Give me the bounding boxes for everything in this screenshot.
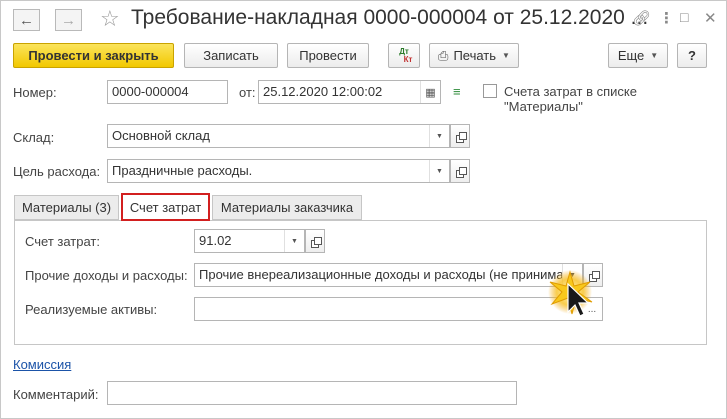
costs-in-list-label-line1: Счета затрат в списке <box>504 84 637 99</box>
chevron-down-icon[interactable]: ▼ <box>429 160 449 182</box>
other-income-label: Прочие доходы и расходы: <box>25 268 188 283</box>
help-button[interactable]: ? <box>677 43 707 68</box>
open-item-icon <box>455 131 467 143</box>
other-income-field[interactable]: Прочие внереализационные доходы и расход… <box>194 263 583 287</box>
purpose-label: Цель расхода: <box>13 164 101 179</box>
warehouse-field[interactable]: Основной склад ▼ <box>107 124 450 148</box>
star-icon[interactable]: ☆ <box>100 6 120 32</box>
window-title: Требование-накладная 0000-000004 от 25.1… <box>131 6 649 29</box>
number-field[interactable]: 0000-000004 <box>107 80 228 104</box>
more-vert-icon[interactable]: ⋮ <box>659 9 674 27</box>
kt-label: Кт <box>403 54 413 64</box>
chevron-down-icon[interactable]: ▼ <box>429 125 449 147</box>
print-button[interactable]: ⎙ Печать ▼ <box>429 43 519 68</box>
open-item-icon <box>310 236 322 248</box>
warehouse-open-button[interactable] <box>450 124 470 148</box>
back-button[interactable]: ← <box>13 9 40 31</box>
date-field[interactable]: 25.12.2020 12:00:02 ▦ <box>258 80 441 104</box>
more-label: Еще <box>617 48 645 63</box>
cursor-highlight-icon <box>548 270 593 317</box>
save-button[interactable]: Записать <box>184 43 278 68</box>
assets-label: Реализуемые активы: <box>25 302 158 317</box>
account-field[interactable]: 91.02 ▼ <box>194 229 305 253</box>
number-label: Номер: <box>13 85 57 100</box>
purpose-value: Праздничные расходы. <box>112 163 253 178</box>
arrow-right-icon: → <box>61 11 76 29</box>
close-icon[interactable]: ✕ <box>704 9 717 27</box>
chevron-down-icon[interactable]: ▼ <box>284 230 304 252</box>
other-income-value: Прочие внереализационные доходы и расход… <box>199 267 564 282</box>
comment-field[interactable] <box>107 381 517 405</box>
comment-label: Комментарий: <box>13 387 99 402</box>
warehouse-label: Склад: <box>13 130 55 145</box>
purpose-open-button[interactable] <box>450 159 470 183</box>
post-button[interactable]: Провести <box>287 43 369 68</box>
arrow-left-icon: ← <box>19 11 34 29</box>
account-label: Счет затрат: <box>25 234 100 249</box>
costs-in-list-checkbox[interactable] <box>483 84 497 98</box>
more-button[interactable]: Еще ▼ <box>608 43 668 68</box>
tab-cost-account[interactable]: Счет затрат <box>121 193 210 221</box>
chevron-down-icon: ▼ <box>650 51 659 60</box>
warehouse-value: Основной склад <box>112 128 210 143</box>
purpose-field[interactable]: Праздничные расходы. ▼ <box>107 159 450 183</box>
tab-materials[interactable]: Материалы (3) <box>14 195 119 220</box>
post-and-close-button[interactable]: Провести и закрыть <box>13 43 174 68</box>
calendar-icon[interactable]: ▦ <box>420 81 440 103</box>
account-value: 91.02 <box>199 233 232 248</box>
costs-in-list-label: Счета затрат в списке "Материалы" <box>504 84 637 114</box>
print-label: Печать <box>453 48 497 63</box>
chevron-down-icon: ▼ <box>502 51 510 60</box>
maximize-icon[interactable]: □ <box>680 9 688 25</box>
costs-in-list-label-line2: "Материалы" <box>504 99 583 114</box>
assets-field[interactable]: ... <box>194 297 603 321</box>
open-item-icon <box>455 166 467 178</box>
date-value: 25.12.2020 12:00:02 <box>263 84 383 99</box>
dt-kt-button[interactable]: Дт Кт <box>388 43 420 68</box>
post-status-icon: ≡ <box>453 84 461 99</box>
date-label: от: <box>239 85 256 100</box>
tab-customer-materials[interactable]: Материалы заказчика <box>212 195 362 220</box>
commission-link[interactable]: Комиссия <box>13 357 71 372</box>
printer-icon: ⎙ <box>438 47 449 63</box>
link-icon[interactable]: 🔗︎ <box>632 9 651 27</box>
forward-button[interactable]: → <box>55 9 82 31</box>
account-open-button[interactable] <box>305 229 325 253</box>
